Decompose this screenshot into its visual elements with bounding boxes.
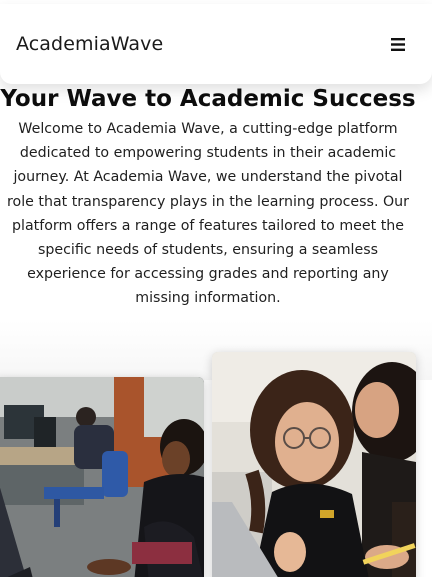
menu-button[interactable] (386, 32, 410, 56)
navbar: AcademiaWave (0, 4, 432, 84)
hamburger-menu-icon (391, 37, 405, 51)
students-laptop-photo (212, 352, 416, 577)
hero-description: Welcome to Academia Wave, a cutting-edge… (7, 121, 409, 307)
brand-logo[interactable]: AcademiaWave (16, 33, 163, 55)
students-studying-photo (0, 377, 204, 577)
page: AcademiaWave Your Wave to Academic Succe… (0, 0, 432, 577)
hero-title: Your Wave to Academic Success (0, 86, 416, 112)
